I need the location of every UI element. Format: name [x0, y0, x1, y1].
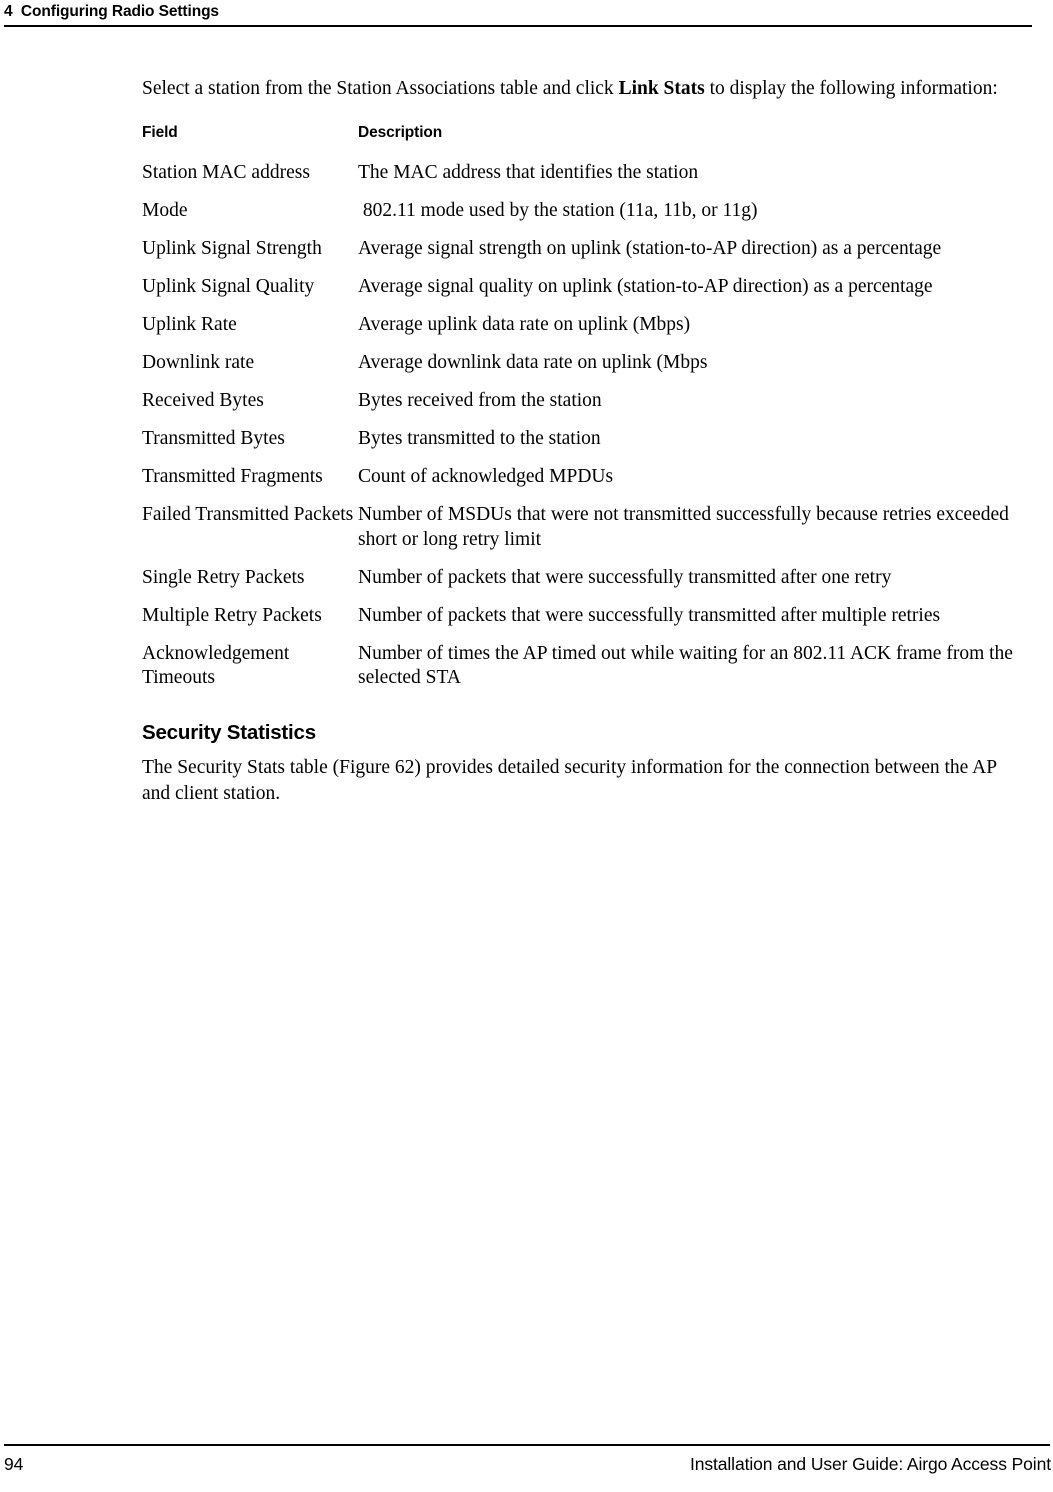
table-row: Multiple Retry Packets Number of packets… [142, 604, 1020, 642]
cell-field: Uplink Signal Strength [142, 238, 322, 259]
page-header: 4 Configuring Radio Settings [0, 0, 1053, 30]
cell-field: Mode [142, 200, 188, 221]
cell-field: Received Bytes [142, 390, 264, 411]
cell-description: 802.11 mode used by the station (11a, 11… [358, 200, 758, 221]
column-header-field: Field [142, 124, 178, 141]
footer-divider-rule [4, 1444, 1050, 1446]
cell-description: Number of packets that were successfully… [358, 604, 941, 626]
table-row: Mode 802.11 mode used by the station (11… [142, 199, 1020, 237]
cell-field: Acknowledgement Timeouts [142, 642, 294, 689]
document-page: { "header": { "chapter_number": "4", "ch… [0, 0, 1053, 1492]
column-header-description: Description [358, 124, 443, 141]
header-divider-rule [4, 25, 1032, 27]
table-body: Station MAC address The MAC address that… [142, 161, 1020, 691]
cell-description: Bytes received from the station [358, 390, 602, 411]
table-row: Transmitted Fragments Count of acknowled… [142, 465, 1020, 503]
footer-page-number: 94 [4, 1454, 24, 1474]
cell-field: Downlink rate [142, 352, 255, 373]
intro-text-lead: Select a station from the Station Associ… [142, 78, 619, 99]
table-row: Uplink Signal Strength Average signal st… [142, 237, 1020, 275]
table-header: Field Description [142, 124, 1020, 161]
cell-description: Number of packets that were successfully… [358, 566, 892, 588]
table-row: Uplink Signal Quality Average signal qua… [142, 275, 1020, 313]
cell-field: Failed Transmitted Packets [142, 504, 354, 525]
link-stats-table: Field Description Station MAC address Th… [142, 124, 1020, 691]
cell-field: Transmitted Fragments [142, 466, 323, 487]
page-footer: 94 Installation and User Guide: Airgo Ac… [0, 1444, 1053, 1492]
table-row: Station MAC address The MAC address that… [142, 161, 1020, 199]
table-row: Uplink Rate Average uplink data rate on … [142, 313, 1020, 351]
table-row: Received Bytes Bytes received from the s… [142, 389, 1020, 427]
cell-field: Uplink Rate [142, 314, 237, 335]
table-row: Acknowledgement Timeouts Number of times… [142, 642, 1020, 691]
section-heading-security-statistics: Security Statistics [142, 720, 316, 744]
security-statistics-section: Security Statistics The Security Stats t… [142, 721, 1032, 807]
cell-description: Bytes transmitted to the station [358, 428, 601, 449]
security-statistics-paragraph: The Security Stats table (Figure 62) pro… [142, 756, 997, 804]
cell-description: Average uplink data rate on uplink (Mbps… [358, 314, 691, 335]
cell-description: Count of acknowledged MPDUs [358, 466, 614, 487]
footer-guide-title: Installation and User Guide: Airgo Acces… [689, 1454, 1051, 1474]
table-header-row: Field Description [142, 124, 1020, 161]
table-row: Downlink rate Average downlink data rate… [142, 351, 1020, 389]
cell-description: Average signal strength on uplink (stati… [358, 238, 942, 259]
table-row: Failed Transmitted Packets Number of MSD… [142, 503, 1020, 566]
cell-field: Station MAC address [142, 162, 310, 183]
cell-description: Average downlink data rate on uplink (Mb… [358, 352, 708, 373]
intro-text-trail: to display the following information: [704, 78, 998, 99]
cell-field: Transmitted Bytes [142, 428, 285, 449]
page-content: Select a station from the Station Associ… [142, 76, 1032, 807]
table-row: Single Retry Packets Number of packets t… [142, 566, 1020, 604]
cell-description: Number of MSDUs that were not transmitte… [358, 504, 1014, 550]
cell-description: Average signal quality on uplink (statio… [358, 276, 933, 297]
page-header-title: 4 Configuring Radio Settings [4, 3, 219, 20]
cell-field: Multiple Retry Packets [142, 604, 322, 626]
intro-bold-link-stats: Link Stats [618, 78, 705, 99]
cell-description: Number of times the AP timed out while w… [358, 642, 1018, 689]
intro-paragraph: Select a station from the Station Associ… [142, 76, 1022, 102]
table-row: Transmitted Bytes Bytes transmitted to t… [142, 427, 1020, 465]
cell-description: The MAC address that identifies the stat… [358, 162, 699, 183]
cell-field: Uplink Signal Quality [142, 276, 315, 297]
cell-field: Single Retry Packets [142, 566, 305, 588]
